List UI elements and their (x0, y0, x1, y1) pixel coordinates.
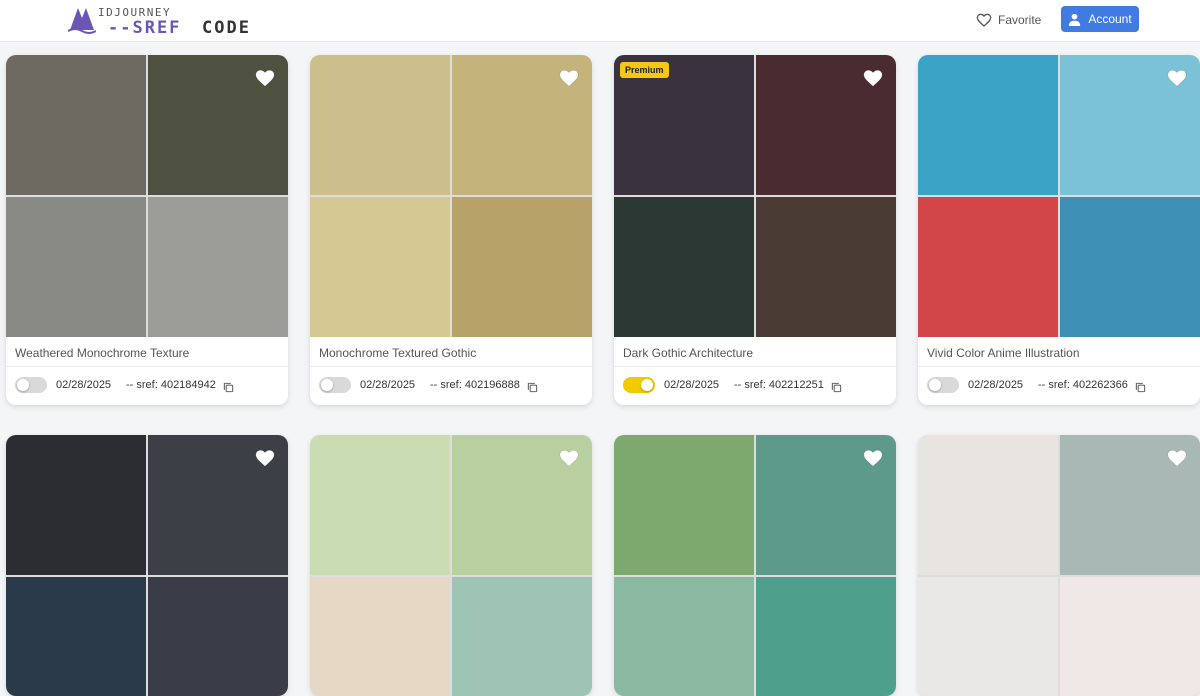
card-title: Monochrome Textured Gothic (319, 346, 477, 360)
premium-badge: Premium (620, 62, 669, 78)
card-date: 02/28/2025 (360, 379, 416, 391)
card-title: Weathered Monochrome Texture (15, 346, 190, 360)
card-title: Dark Gothic Architecture (623, 346, 754, 360)
heart-outline-icon (976, 13, 992, 27)
copy-icon[interactable] (527, 380, 538, 393)
toggle-knob (929, 379, 941, 391)
sref-code: -- sref: 402212251 (734, 379, 824, 391)
card-image-tile (452, 197, 592, 337)
heart-icon[interactable] (254, 67, 276, 89)
card-image-tile (918, 55, 1058, 195)
card-image-grid[interactable] (6, 435, 288, 696)
card-date: 02/28/2025 (56, 379, 112, 391)
favorite-toggle[interactable] (927, 377, 959, 393)
card-title: Vivid Color Anime Illustration (927, 346, 1080, 360)
card-image-grid[interactable] (918, 55, 1200, 337)
divider (310, 366, 592, 367)
sref-code: -- sref: 402262366 (1038, 379, 1128, 391)
card-image-tile (1060, 197, 1200, 337)
card-image-tile (452, 577, 592, 696)
heart-icon[interactable] (862, 447, 884, 469)
toggle-knob (321, 379, 333, 391)
heart-icon[interactable] (558, 67, 580, 89)
user-icon (1069, 13, 1081, 26)
logo-text-code: CODE (202, 18, 251, 38)
toggle-knob (641, 379, 653, 391)
account-label: Account (1088, 12, 1132, 26)
card-image-grid[interactable] (310, 435, 592, 696)
card-image-tile (148, 197, 288, 337)
site-logo[interactable]: IDJOURNEY --SREF CODE (68, 4, 268, 38)
card-image-tile (918, 577, 1058, 696)
card-image-tile (6, 197, 146, 337)
favorite-toggle[interactable] (15, 377, 47, 393)
card-image-tile (614, 197, 754, 337)
card-image-grid[interactable] (310, 55, 592, 337)
sref-card[interactable] (6, 435, 288, 696)
sref-card[interactable]: Premium Dark Gothic Architecture 02/28/202… (614, 55, 896, 405)
heart-icon[interactable] (862, 67, 884, 89)
card-image-tile (6, 55, 146, 195)
card-date: 02/28/2025 (664, 379, 720, 391)
logo-text-sref: --SREF (108, 18, 182, 38)
favorite-toggle[interactable] (319, 377, 351, 393)
sail-logo-icon (68, 8, 96, 34)
account-button[interactable]: Account (1061, 6, 1139, 32)
card-image-tile (6, 577, 146, 696)
favorite-label: Favorite (998, 13, 1042, 27)
sref-card[interactable]: Monochrome Textured Gothic 02/28/2025 -- s… (310, 55, 592, 405)
sref-card[interactable]: Vivid Color Anime Illustration 02/28/2025… (918, 55, 1200, 405)
sref-code: -- sref: 402196888 (430, 379, 520, 391)
sref-card[interactable] (918, 435, 1200, 696)
divider (918, 366, 1200, 367)
toggle-knob (17, 379, 29, 391)
sref-card[interactable] (310, 435, 592, 696)
divider (614, 366, 896, 367)
top-header: IDJOURNEY --SREF CODE Favorite Account (0, 0, 1200, 42)
card-image-tile (614, 435, 754, 575)
sref-card[interactable]: Weathered Monochrome Texture 02/28/2025 --… (6, 55, 288, 405)
heart-icon[interactable] (1166, 447, 1188, 469)
sref-card[interactable] (614, 435, 896, 696)
card-image-grid[interactable] (918, 435, 1200, 696)
card-image-tile (148, 577, 288, 696)
copy-icon[interactable] (1135, 380, 1146, 393)
card-image-grid[interactable] (614, 55, 896, 337)
card-image-tile (614, 577, 754, 696)
divider (6, 366, 288, 367)
card-image-tile (1060, 577, 1200, 696)
copy-icon[interactable] (831, 380, 842, 393)
sref-code: -- sref: 402184942 (126, 379, 216, 391)
card-image-tile (756, 577, 896, 696)
favorite-button[interactable]: Favorite (976, 9, 1041, 31)
card-image-tile (756, 197, 896, 337)
copy-icon[interactable] (223, 380, 234, 393)
heart-icon[interactable] (558, 447, 580, 469)
heart-icon[interactable] (254, 447, 276, 469)
card-image-tile (310, 197, 450, 337)
card-image-tile (310, 435, 450, 575)
card-image-grid[interactable] (6, 55, 288, 337)
card-image-tile (310, 577, 450, 696)
heart-icon[interactable] (1166, 67, 1188, 89)
card-image-grid[interactable] (614, 435, 896, 696)
card-image-tile (918, 435, 1058, 575)
favorite-toggle[interactable] (623, 377, 655, 393)
card-date: 02/28/2025 (968, 379, 1024, 391)
card-image-tile (918, 197, 1058, 337)
card-image-tile (6, 435, 146, 575)
card-image-tile (310, 55, 450, 195)
